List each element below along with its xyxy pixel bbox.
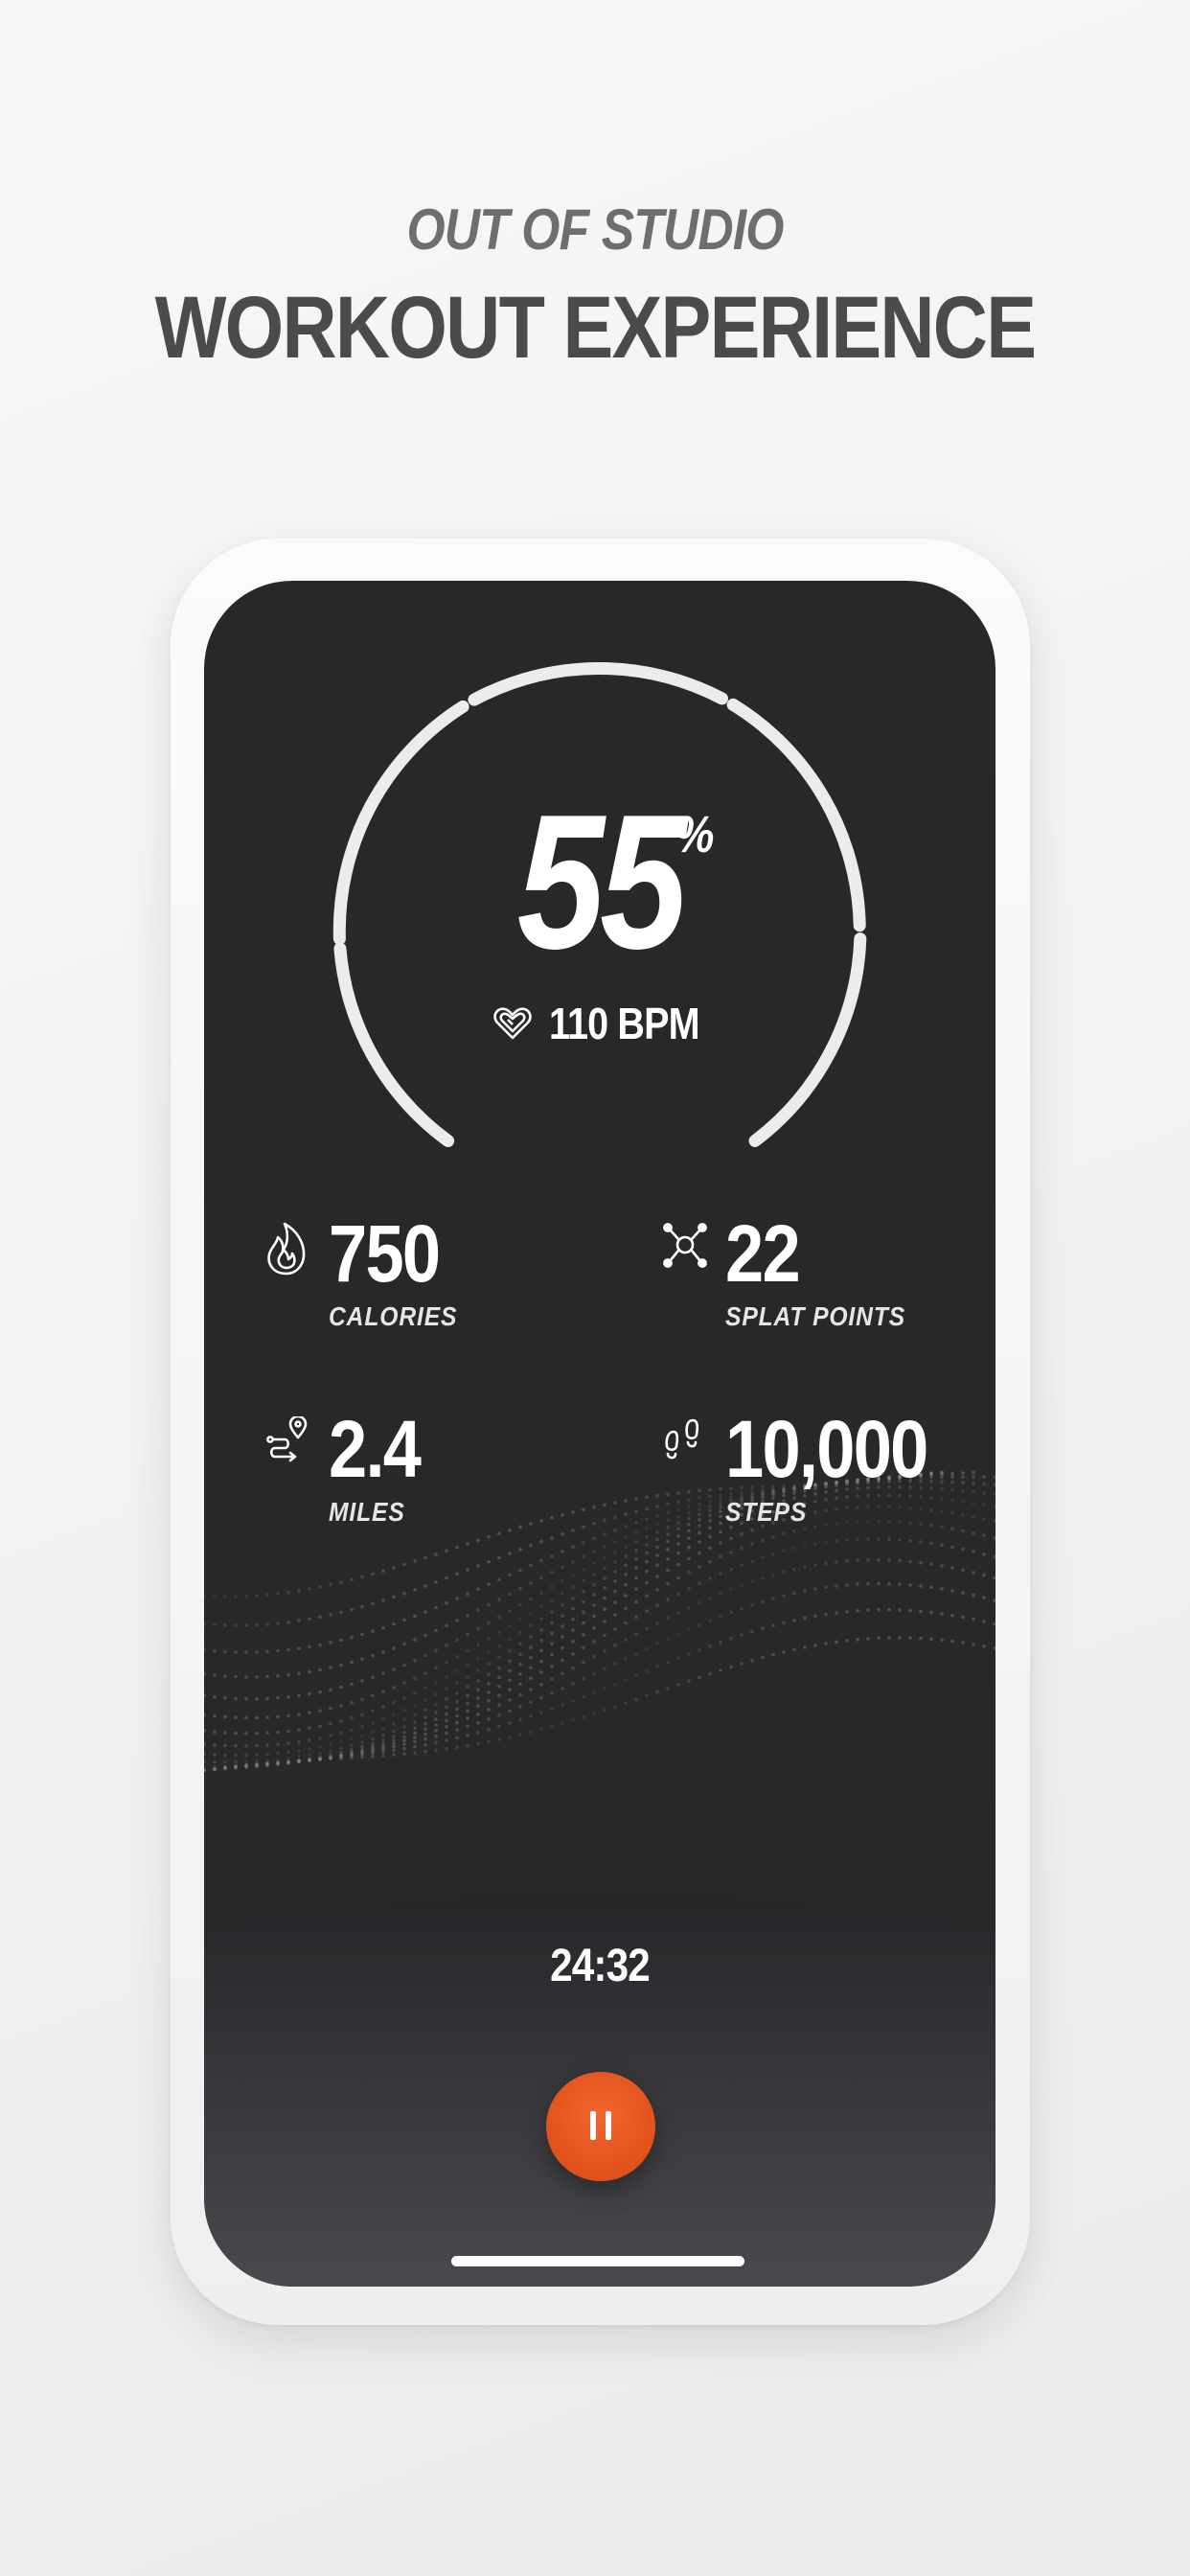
steps-value: 10,000 (725, 1404, 928, 1494)
calories-label: CALORIES (329, 1301, 458, 1331)
header-title: WORKOUT EXPERIENCE (154, 279, 1037, 377)
workout-timer: 24:32 (550, 1941, 651, 1991)
splat-points-value: 22 (725, 1208, 801, 1299)
gauge-segment-3 (468, 661, 728, 706)
stat-miles: 2.4 MILES (265, 1409, 591, 1543)
miles-value: 2.4 (329, 1404, 422, 1494)
phone-screen: 55 % 110 BPM 750 CALORIES 22 SPLAT POINT… (204, 581, 995, 2287)
footprints-icon (662, 1416, 704, 1475)
heart-rate-icon (493, 1006, 532, 1041)
stat-calories: 750 CALORIES (265, 1213, 591, 1347)
flame-icon (265, 1221, 308, 1281)
route-icon (265, 1414, 311, 1475)
splat-points-label: SPLAT POINTS (725, 1301, 906, 1331)
percent-sign: % (675, 806, 715, 863)
home-indicator[interactable] (451, 2256, 744, 2266)
stat-steps: 10,000 STEPS (662, 1409, 988, 1543)
pause-button[interactable] (546, 2072, 655, 2181)
heart-rate-row: 110 BPM (493, 995, 723, 1052)
splat-icon (662, 1221, 708, 1277)
calories-value: 750 (329, 1208, 441, 1299)
heart-rate-value: 110 BPM (549, 999, 700, 1048)
miles-label: MILES (329, 1497, 405, 1527)
header-subtitle: OUT OF STUDIO (406, 197, 784, 262)
steps-label: STEPS (725, 1497, 808, 1527)
stat-splat-points: 22 SPLAT POINTS (662, 1213, 988, 1347)
intensity-percent: 55 (516, 775, 688, 989)
